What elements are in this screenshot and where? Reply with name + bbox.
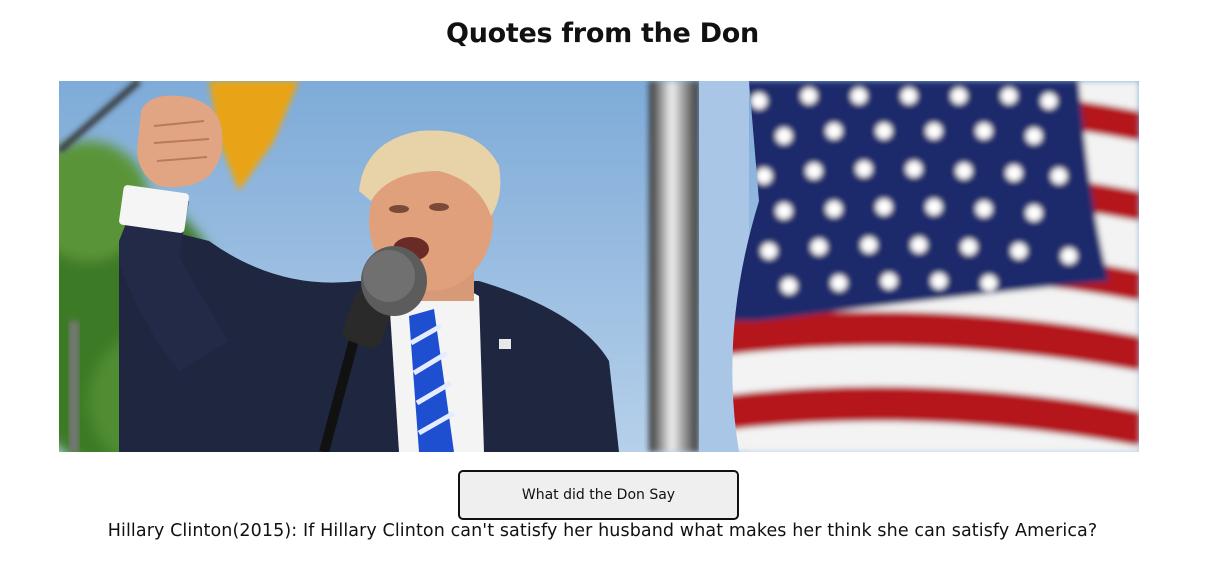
page: Quotes from the Don What did the Don Say… [0,0,1205,587]
hero-photo [59,81,1139,452]
what-did-the-don-say-button[interactable]: What did the Don Say [458,470,739,520]
quote-text: Hillary Clinton(2015): If Hillary Clinto… [107,521,1098,541]
page-title: Quotes from the Don [446,18,759,49]
hero-image [59,81,1139,452]
